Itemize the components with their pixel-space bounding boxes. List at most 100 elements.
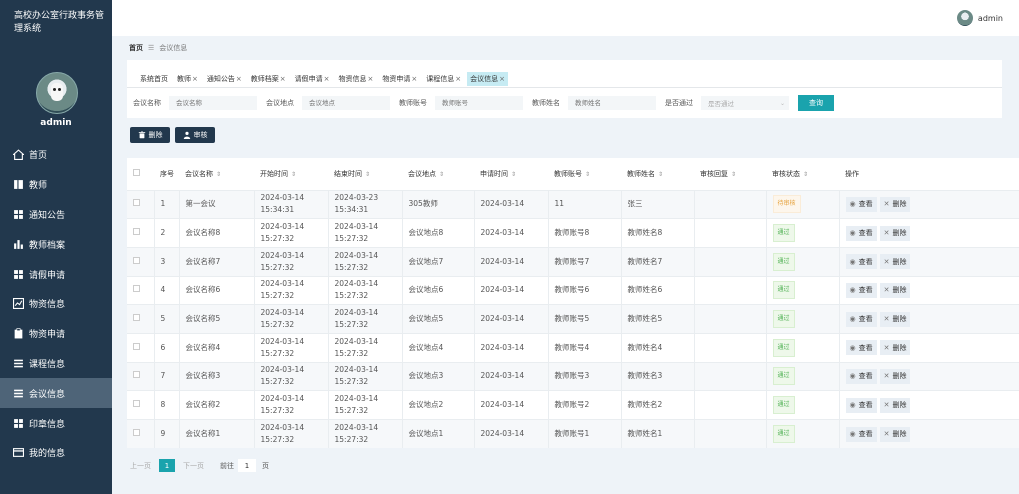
next-page-button[interactable]: 下一页 [183, 461, 204, 471]
tab-7[interactable]: 课程信息 × [423, 72, 464, 86]
column-header[interactable]: 序号 [154, 158, 179, 190]
close-icon[interactable]: × [192, 75, 198, 83]
row-checkbox[interactable] [133, 199, 140, 207]
review-button[interactable]: 审核 [175, 127, 215, 143]
column-header[interactable]: 开始时间 ⇕ [254, 158, 328, 190]
sidebar-item-0[interactable]: 首页 [0, 140, 112, 170]
row-checkbox[interactable] [133, 371, 140, 379]
sort-icon[interactable]: ⇕ [365, 171, 370, 178]
sort-icon[interactable]: ⇕ [511, 171, 516, 178]
teacher-name-input[interactable] [568, 96, 656, 110]
query-button[interactable]: 查询 [798, 95, 834, 111]
view-button[interactable]: ◉ 查看 [845, 225, 877, 241]
view-button[interactable]: ◉ 查看 [845, 196, 877, 212]
teacher-account-input[interactable] [435, 96, 523, 110]
close-icon[interactable]: × [236, 75, 242, 83]
view-button[interactable]: ◉ 查看 [845, 311, 877, 327]
close-icon[interactable]: × [368, 75, 374, 83]
close-icon[interactable]: × [324, 75, 330, 83]
sidebar-item-10[interactable]: 我的信息 [0, 438, 112, 468]
row-delete-button[interactable]: ✕ 删除 [879, 225, 911, 241]
row-checkbox[interactable] [133, 228, 140, 236]
sidebar-item-6[interactable]: 物资申请 [0, 319, 112, 349]
sort-icon[interactable]: ⇕ [216, 171, 221, 178]
tab-3[interactable]: 教师档案 × [248, 72, 289, 86]
view-button[interactable]: ◉ 查看 [845, 340, 877, 356]
sidebar-item-7[interactable]: 课程信息 [0, 349, 112, 379]
table-row[interactable]: 2 会议名称8 2024-03-14 15:27:32 2024-03-14 15:2… [127, 218, 1019, 248]
sort-icon[interactable]: ⇕ [731, 171, 736, 178]
tab-0[interactable]: 系统首页 [137, 72, 171, 86]
view-button[interactable]: ◉ 查看 [845, 282, 877, 298]
tab-6[interactable]: 物资申请 × [379, 72, 420, 86]
table-row[interactable]: 3 会议名称7 2024-03-14 15:27:32 2024-03-14 15:2… [127, 246, 1019, 277]
table-row[interactable]: 8 会议名称2 2024-03-14 15:27:32 2024-03-14 15:2… [127, 390, 1019, 420]
column-header[interactable]: 操作 [839, 158, 1019, 190]
column-header[interactable]: 会议地点 ⇕ [402, 158, 474, 190]
column-header[interactable]: 审核状态 ⇕ [766, 158, 839, 190]
tab-2[interactable]: 通知公告 × [204, 72, 245, 86]
table-row[interactable]: 7 会议名称3 2024-03-14 15:27:32 2024-03-14 15:2… [127, 361, 1019, 391]
close-icon[interactable]: × [499, 75, 505, 83]
close-icon[interactable]: × [455, 75, 461, 83]
row-checkbox[interactable] [133, 314, 140, 322]
sidebar-item-3[interactable]: 教师档案 [0, 229, 112, 259]
sort-icon[interactable]: ⇕ [658, 171, 663, 178]
sort-icon[interactable]: ⇕ [439, 171, 444, 178]
row-delete-button[interactable]: ✕ 删除 [879, 311, 911, 327]
sidebar-item-5[interactable]: 物资信息 [0, 289, 112, 319]
close-icon[interactable]: × [411, 75, 417, 83]
tab-8[interactable]: 会议信息 × [467, 72, 508, 86]
prev-page-button[interactable]: 上一页 [130, 461, 151, 471]
row-delete-button[interactable]: ✕ 删除 [879, 282, 911, 298]
column-header[interactable]: 教师账号 ⇕ [548, 158, 621, 190]
column-header[interactable]: 申请时间 ⇕ [474, 158, 548, 190]
delete-button[interactable]: 删除 [130, 127, 170, 143]
view-button[interactable]: ◉ 查看 [845, 254, 877, 270]
sidebar-item-8[interactable]: 会议信息 [0, 378, 112, 409]
table-row[interactable]: 9 会议名称1 2024-03-14 15:27:32 2024-03-14 15:2… [127, 419, 1019, 449]
view-button[interactable]: ◉ 查看 [845, 426, 877, 442]
tab-5[interactable]: 物资信息 × [336, 72, 377, 86]
column-header[interactable]: 结束时间 ⇕ [328, 158, 402, 190]
sort-icon[interactable]: ⇕ [585, 171, 590, 178]
table-row[interactable]: 6 会议名称4 2024-03-14 15:27:32 2024-03-14 15:2… [127, 332, 1019, 363]
tab-4[interactable]: 请假申请 × [292, 72, 333, 86]
sidebar-item-1[interactable]: 教师 [0, 170, 112, 200]
view-button[interactable]: ◉ 查看 [845, 368, 877, 384]
avatar[interactable] [36, 72, 78, 114]
column-header[interactable]: 教师姓名 ⇕ [621, 158, 694, 190]
row-checkbox[interactable] [133, 256, 140, 264]
sort-icon[interactable]: ⇕ [291, 171, 296, 178]
view-button[interactable]: ◉ 查看 [845, 397, 877, 413]
row-delete-button[interactable]: ✕ 删除 [879, 196, 911, 212]
row-delete-button[interactable]: ✕ 删除 [879, 254, 911, 270]
row-checkbox[interactable] [133, 400, 140, 408]
approved-select[interactable]: 是否通过 ⌄ [701, 96, 789, 110]
row-delete-button[interactable]: ✕ 删除 [879, 340, 911, 356]
tab-1[interactable]: 教师 × [174, 72, 201, 86]
sidebar-item-9[interactable]: 印章信息 [0, 408, 112, 438]
page-number-current[interactable]: 1 [159, 459, 175, 472]
sidebar-item-4[interactable]: 请假申请 [0, 259, 112, 289]
table-row[interactable]: 1 第一会议 2024-03-14 15:34:31 2024-03-23 15:34… [127, 189, 1019, 219]
top-user-menu[interactable]: admin [956, 10, 1003, 26]
meeting-place-input[interactable] [302, 96, 390, 110]
sidebar-item-2[interactable]: 通知公告 [0, 200, 112, 230]
row-checkbox[interactable] [133, 285, 140, 293]
select-all-checkbox[interactable] [133, 169, 140, 177]
column-header[interactable]: 审核回复 ⇕ [694, 158, 766, 190]
row-delete-button[interactable]: ✕ 删除 [879, 368, 911, 384]
breadcrumb-home[interactable]: 首页 [129, 43, 143, 53]
table-row[interactable]: 5 会议名称5 2024-03-14 15:27:32 2024-03-14 15:2… [127, 304, 1019, 334]
column-header[interactable]: 会议名称 ⇕ [179, 158, 254, 190]
row-checkbox[interactable] [133, 342, 140, 350]
goto-page-input[interactable]: 1 [238, 459, 256, 472]
row-checkbox[interactable] [133, 429, 140, 437]
sort-icon[interactable]: ⇕ [803, 171, 808, 178]
row-delete-button[interactable]: ✕ 删除 [879, 397, 911, 413]
meeting-name-input[interactable] [169, 96, 257, 110]
close-icon[interactable]: × [280, 75, 286, 83]
row-delete-button[interactable]: ✕ 删除 [879, 426, 911, 442]
table-row[interactable]: 4 会议名称6 2024-03-14 15:27:32 2024-03-14 15:2… [127, 275, 1019, 305]
